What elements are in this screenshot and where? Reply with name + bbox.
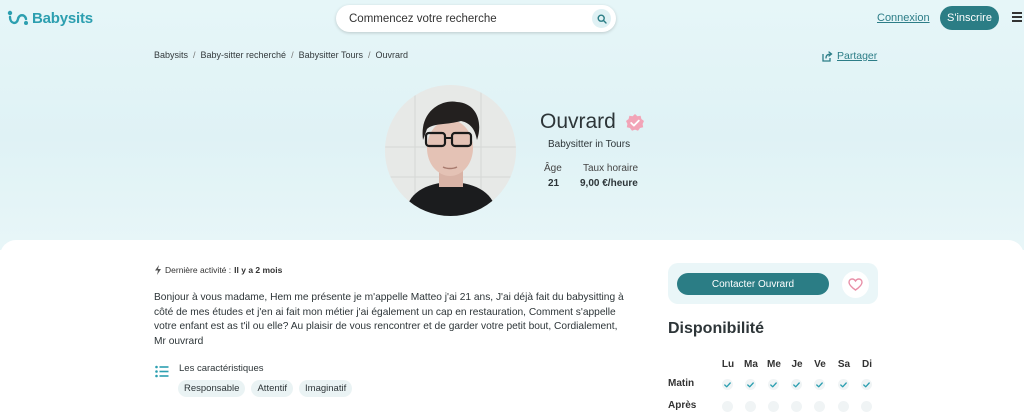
profile-name: Ouvrard <box>540 110 616 133</box>
day-header: Me <box>767 359 781 370</box>
list-icon <box>155 365 169 378</box>
breadcrumb: Babysits / Baby-sitter recherché / Babys… <box>154 50 408 60</box>
availability-row-label: Matin <box>668 378 695 389</box>
availability-empty-cell <box>722 401 733 412</box>
rate-label: Taux horaire <box>583 163 639 174</box>
availability-check-icon <box>722 379 733 390</box>
lightning-icon <box>155 265 161 275</box>
breadcrumb-item-current: Ouvrard <box>375 50 408 60</box>
age-label: Âge <box>544 163 562 174</box>
availability-check-icon <box>768 379 779 390</box>
profile-hero <box>0 0 1024 250</box>
characteristic-tag: Imaginatif <box>299 380 353 397</box>
availability-title: Disponibilité <box>668 320 764 337</box>
profile-photo <box>385 85 516 216</box>
last-activity: Dernière activité : Il y a 2 mois <box>154 265 282 275</box>
characteristic-tag: Responsable <box>178 380 246 397</box>
availability-empty-cell <box>791 401 802 412</box>
rate-value: 9,00 €/heure <box>580 178 638 189</box>
logo-text: Babysits <box>32 9 93 27</box>
availability-row-label: Après <box>668 400 697 411</box>
search-bar[interactable] <box>336 5 616 32</box>
day-header: Lu <box>721 359 735 370</box>
share-icon <box>822 50 833 62</box>
profile-avatar <box>385 85 516 216</box>
breadcrumb-item-search[interactable]: Baby-sitter recherché <box>201 50 287 60</box>
profile-subtitle: Babysitter in Tours <box>548 139 631 150</box>
characteristics-tags: Responsable Attentif Imaginatif <box>178 380 353 397</box>
profile-bio: Bonjour à vous madame, Hem me présente j… <box>154 292 624 347</box>
heart-icon <box>848 278 863 291</box>
availability-empty-cell <box>838 401 849 412</box>
availability-check-icon <box>838 379 849 390</box>
contact-button[interactable]: Contacter Ouvrard <box>677 273 829 295</box>
availability-empty-cell <box>814 401 825 412</box>
hamburger-menu-icon[interactable] <box>1012 12 1022 24</box>
favorite-button[interactable] <box>842 271 869 298</box>
search-icon <box>596 13 607 24</box>
login-link[interactable]: Connexion <box>877 12 930 24</box>
babysits-logo[interactable]: Babysits <box>7 9 93 27</box>
day-header: Je <box>791 359 803 370</box>
search-button[interactable] <box>592 9 611 28</box>
share-label: Partager <box>837 50 878 62</box>
day-header: Ma <box>744 359 758 370</box>
availability-check-icon <box>745 379 756 390</box>
availability-empty-cell <box>768 401 779 412</box>
day-header: Di <box>862 359 872 370</box>
day-header: Sa <box>837 359 851 370</box>
breadcrumb-separator: / <box>193 50 196 60</box>
breadcrumb-separator: / <box>291 50 294 60</box>
availability-check-icon <box>791 379 802 390</box>
availability-empty-cell <box>861 401 872 412</box>
breadcrumb-item-home[interactable]: Babysits <box>154 50 188 60</box>
verified-badge-icon <box>626 114 644 131</box>
day-header: Ve <box>814 359 826 370</box>
availability-empty-cell <box>745 401 756 412</box>
logo-icon <box>7 10 28 25</box>
signup-button[interactable]: S'inscrire <box>940 6 999 30</box>
search-input[interactable] <box>349 12 579 25</box>
characteristic-tag: Attentif <box>251 380 294 397</box>
age-value: 21 <box>548 178 560 189</box>
last-activity-label: Dernière activité : <box>165 265 232 275</box>
breadcrumb-separator: / <box>367 50 371 60</box>
availability-check-icon <box>861 379 872 390</box>
characteristics-title: Les caractéristiques <box>179 363 264 374</box>
share-link[interactable]: Partager <box>822 50 877 62</box>
last-activity-value: Il y a 2 mois <box>234 265 283 275</box>
availability-check-icon <box>814 379 825 390</box>
breadcrumb-item-city[interactable]: Babysitter Tours <box>299 50 363 60</box>
